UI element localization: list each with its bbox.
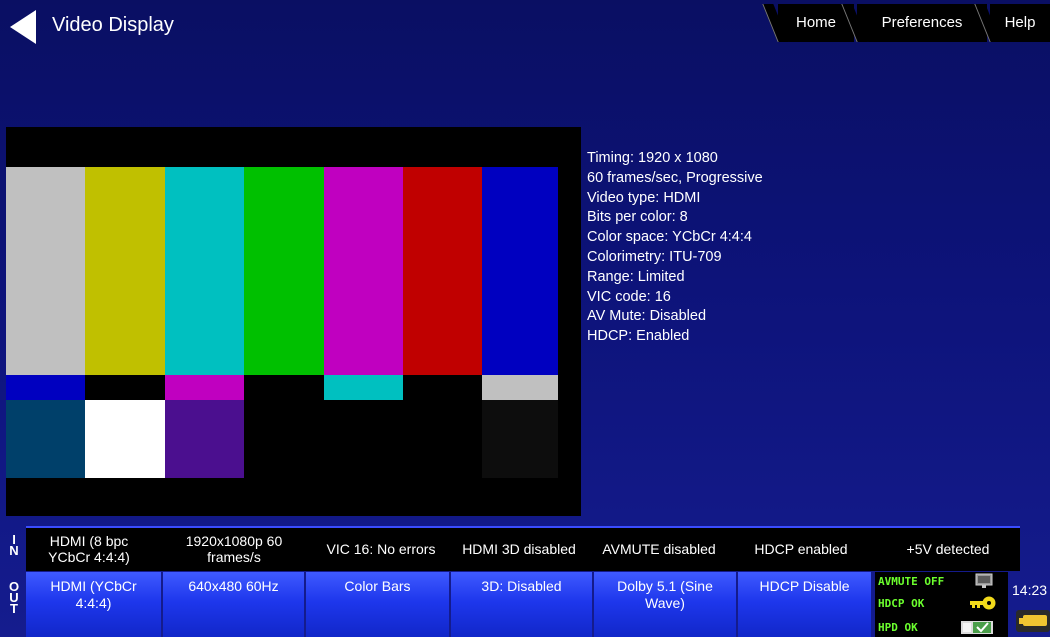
- bottom-color-bar: [6, 400, 86, 478]
- info-color-space: Color space: YCbCr 4:4:4: [587, 229, 752, 246]
- output-hdcp-button[interactable]: HDCP Disable: [738, 572, 871, 637]
- output-control-row: HDMI (YCbCr 4:4:4) 640x480 60Hz Color Bar…: [26, 572, 873, 637]
- hpd-status: HPD OK: [878, 621, 918, 634]
- info-frame-rate: 60 frames/sec, Progressive: [587, 169, 763, 186]
- bottom-color-bar: [482, 400, 559, 478]
- input-status-cell: HDMI (8 bpc YCbCr 4:4:4): [48, 532, 130, 565]
- page-title: Video Display: [52, 14, 174, 36]
- info-vic-code: VIC code: 16: [587, 288, 671, 305]
- bottom-color-bar: [164, 400, 245, 478]
- input-status-cell: HDCP enabled: [754, 540, 848, 557]
- top-color-bar: [164, 167, 245, 375]
- status-indicators: AVMUTE OFF HDCP OK HPD OK: [875, 572, 1008, 637]
- output-audio-button[interactable]: Dolby 5.1 (Sine Wave): [594, 572, 736, 637]
- back-arrow-icon[interactable]: [10, 10, 36, 44]
- input-status-cell: 1920x1080p 60 frames/s: [185, 532, 283, 565]
- middle-color-bar: [244, 375, 325, 400]
- info-hdcp: HDCP: Enabled: [587, 328, 690, 345]
- output-timing-button[interactable]: 640x480 60Hz: [163, 572, 304, 637]
- check-switch-icon: [961, 621, 993, 634]
- top-color-bar: [482, 167, 559, 375]
- preferences-tab[interactable]: Preferences: [857, 4, 987, 42]
- info-range: Range: Limited: [587, 268, 685, 285]
- info-av-mute: AV Mute: Disabled: [587, 308, 707, 325]
- middle-color-bar: [85, 375, 166, 400]
- output-pattern-button[interactable]: Color Bars: [306, 572, 449, 637]
- input-status-cell: HDMI 3D disabled: [462, 540, 576, 557]
- input-status-cell: +5V detected: [906, 540, 990, 557]
- key-icon: [970, 596, 996, 610]
- output-label: OUT: [8, 579, 20, 616]
- top-color-bar: [244, 167, 325, 375]
- middle-color-bar: [403, 375, 483, 400]
- input-status-cell: AVMUTE disabled: [602, 540, 716, 557]
- input-status-cell: VIC 16: No errors: [326, 540, 436, 557]
- middle-color-bar: [323, 375, 404, 400]
- top-color-bar: [323, 167, 404, 375]
- info-colorimetry: Colorimetry: ITU-709: [587, 248, 722, 265]
- middle-color-bar: [164, 375, 245, 400]
- input-status-row: HDMI (8 bpc YCbCr 4:4:4) 1920x1080p 60 fra…: [26, 526, 1020, 571]
- top-color-bar: [85, 167, 166, 375]
- bottom-color-bar: [85, 400, 166, 478]
- monitor-icon: [975, 573, 993, 588]
- system-clock: 14:23: [1012, 582, 1048, 598]
- info-timing: Timing: 1920 x 1080: [587, 150, 718, 166]
- output-format-button[interactable]: HDMI (YCbCr 4:4:4): [26, 572, 161, 637]
- info-bits-per-color: Bits per color: 8: [587, 209, 688, 226]
- battery-icon: [1016, 610, 1050, 632]
- info-video-type: Video type: HDMI: [587, 189, 701, 206]
- bottom-color-bar: [403, 400, 483, 478]
- video-info-panel: Timing: 1920 x 1080 60 frames/sec, Progr…: [587, 149, 763, 347]
- top-color-bar: [403, 167, 483, 375]
- home-tab[interactable]: Home: [778, 4, 854, 42]
- video-preview: [6, 127, 581, 516]
- video-display-screen: Video Display Home Preferences Help Timi…: [0, 0, 1050, 637]
- bottom-color-bar: [323, 400, 404, 478]
- help-tab[interactable]: Help: [990, 4, 1050, 42]
- output-3d-button[interactable]: 3D: Disabled: [451, 572, 592, 637]
- bottom-color-bar: [244, 400, 325, 478]
- top-color-bar: [6, 167, 86, 375]
- middle-color-bar: [482, 375, 559, 400]
- avmute-status: AVMUTE OFF: [878, 575, 945, 588]
- input-label: IN: [9, 532, 19, 558]
- hdcp-status: HDCP OK: [878, 597, 925, 610]
- middle-color-bar: [6, 375, 86, 400]
